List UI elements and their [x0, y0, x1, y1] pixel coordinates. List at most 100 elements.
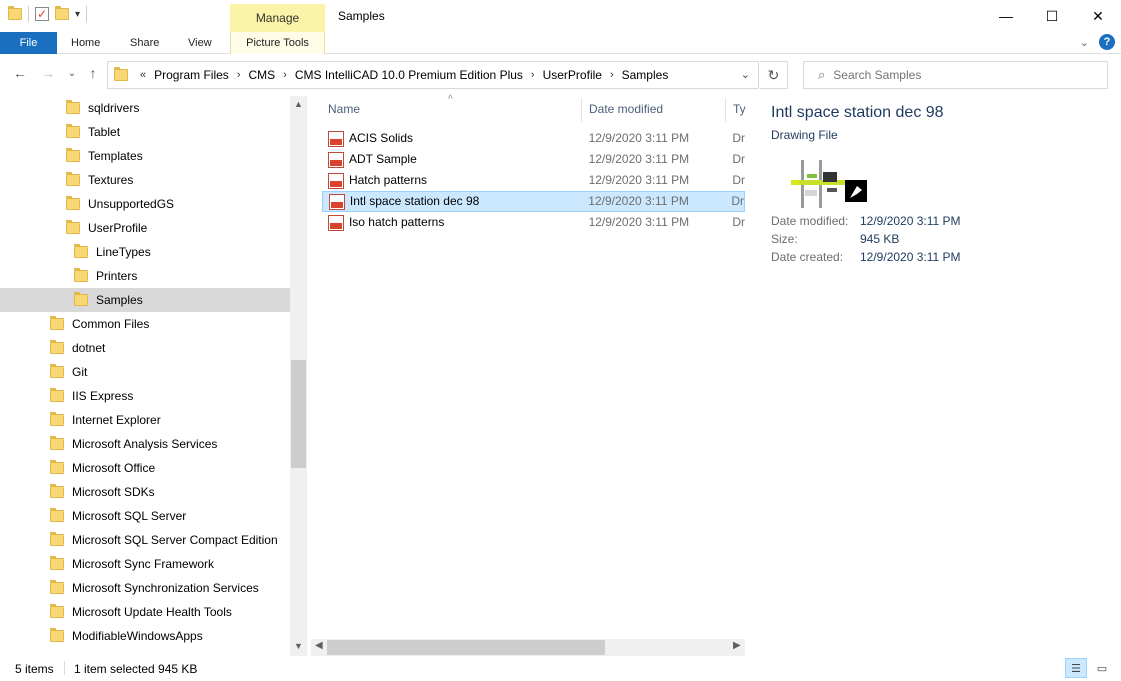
chevron-right-icon[interactable]: ›: [283, 69, 287, 81]
up-icon[interactable]: ↑: [84, 65, 102, 81]
nav-item[interactable]: Printers: [74, 264, 137, 288]
nav-item[interactable]: Microsoft SDKs: [50, 480, 155, 504]
nav-item[interactable]: Microsoft Update Health Tools: [50, 600, 232, 624]
chevron-right-icon[interactable]: ›: [610, 69, 614, 81]
divider: [28, 6, 29, 22]
nav-item-label: Microsoft Update Health Tools: [72, 605, 232, 619]
ribbon-tabs: File Home Share View Picture Tools ⌄ ?: [0, 32, 1121, 54]
expand-ribbon-icon[interactable]: ⌄: [1080, 36, 1089, 49]
nav-item[interactable]: Common Files: [50, 312, 149, 336]
close-icon[interactable]: ✕: [1075, 0, 1121, 32]
address-bar[interactable]: « Program Files › CMS › CMS IntelliCAD 1…: [107, 61, 759, 89]
nav-item[interactable]: sqldrivers: [66, 96, 139, 120]
column-type[interactable]: Ty: [733, 96, 746, 123]
maximize-icon[interactable]: ☐: [1029, 0, 1075, 32]
details-view-icon[interactable]: ☰: [1065, 658, 1087, 678]
recent-locations-icon[interactable]: ⌄: [63, 68, 81, 79]
nav-item[interactable]: Samples: [0, 288, 290, 312]
nav-item[interactable]: Microsoft SQL Server: [50, 504, 186, 528]
file-date: 12/9/2020 3:11 PM: [588, 215, 690, 229]
divider: [64, 661, 65, 675]
column-date-modified[interactable]: Date modified: [589, 96, 663, 123]
folder-icon: [50, 604, 64, 618]
nav-item[interactable]: Git: [50, 360, 87, 384]
nav-item[interactable]: IIS Express: [50, 384, 133, 408]
file-row[interactable]: ADT Sample 12/9/2020 3:11 PM Dr: [322, 149, 745, 170]
nav-item-label: IIS Express: [72, 389, 134, 403]
scroll-left-icon[interactable]: ◀: [315, 640, 323, 651]
nav-item-label: Common Files: [72, 317, 150, 331]
file-date: 12/9/2020 3:11 PM: [588, 194, 689, 208]
column-divider[interactable]: [581, 98, 582, 122]
tab-manage[interactable]: Manage: [230, 4, 325, 32]
nav-item[interactable]: Templates: [66, 144, 143, 168]
nav-item-label: UnsupportedGS: [88, 197, 175, 211]
preview-file-type: Drawing File: [771, 128, 838, 142]
nav-item[interactable]: Tablet: [66, 120, 120, 144]
file-name: ACIS Solids: [348, 131, 413, 145]
nav-item[interactable]: dotnet: [50, 336, 105, 360]
overflow-icon[interactable]: «: [140, 69, 146, 81]
divider: [86, 6, 88, 22]
nav-item[interactable]: UserProfile: [66, 216, 147, 240]
column-divider[interactable]: [725, 98, 726, 122]
search-input[interactable]: [833, 68, 1084, 82]
nav-item[interactable]: Microsoft Synchronization Services: [50, 576, 259, 600]
nav-item[interactable]: Microsoft Analysis Services: [50, 432, 217, 456]
nav-item[interactable]: Internet Explorer: [50, 408, 161, 432]
file-row[interactable]: Iso hatch patterns 12/9/2020 3:11 PM Dr: [322, 212, 745, 233]
chevron-right-icon[interactable]: ›: [531, 69, 535, 81]
file-list-hscrollbar[interactable]: ◀ ▶: [311, 639, 745, 656]
customize-toolbar-icon[interactable]: ▾: [75, 9, 80, 20]
nav-item-label: Microsoft Sync Framework: [72, 557, 215, 571]
back-icon[interactable]: ←: [11, 65, 29, 81]
file-name: Hatch patterns: [348, 173, 428, 187]
file-row[interactable]: Hatch patterns 12/9/2020 3:11 PM Dr: [322, 170, 745, 191]
file-name: Iso hatch patterns: [348, 215, 445, 229]
dwg-file-icon: [328, 130, 344, 147]
prop-date-created: Date created: 12/9/2020 3:11 PM: [771, 250, 961, 264]
chevron-right-icon[interactable]: ›: [237, 69, 241, 81]
nav-item[interactable]: LineTypes: [74, 240, 151, 264]
tab-share[interactable]: Share: [130, 32, 159, 54]
nav-item-label: UserProfile: [88, 221, 148, 235]
breadcrumb-program-files[interactable]: Program Files: [154, 68, 229, 82]
search-box[interactable]: ⌕: [803, 61, 1108, 89]
folder-icon: [50, 580, 64, 594]
nav-item[interactable]: ModifiableWindowsApps: [50, 624, 203, 648]
nav-item-label: Internet Explorer: [72, 413, 161, 427]
tab-file[interactable]: File: [0, 32, 57, 54]
nav-item-label: Microsoft Analysis Services: [72, 437, 218, 451]
new-folder-icon[interactable]: [55, 6, 69, 20]
nav-item[interactable]: Microsoft Sync Framework: [50, 552, 214, 576]
help-icon[interactable]: ?: [1099, 34, 1115, 50]
nav-item[interactable]: Textures: [66, 168, 133, 192]
tab-picture-tools[interactable]: Picture Tools: [230, 32, 325, 54]
nav-scrollbar[interactable]: ▲ ▼: [290, 96, 307, 656]
column-name[interactable]: Name: [328, 96, 360, 123]
refresh-icon[interactable]: ↻: [760, 61, 788, 89]
file-type: Dr: [732, 215, 745, 229]
scrollbar-thumb[interactable]: [327, 640, 605, 655]
scroll-down-icon[interactable]: ▼: [290, 641, 307, 651]
large-icons-view-icon[interactable]: ▭: [1091, 658, 1113, 678]
file-row[interactable]: Intl space station dec 98 12/9/2020 3:11 …: [322, 191, 745, 212]
breadcrumb-samples[interactable]: Samples: [622, 68, 669, 82]
nav-item[interactable]: UnsupportedGS: [66, 192, 174, 216]
scroll-right-icon[interactable]: ▶: [733, 640, 741, 651]
breadcrumb-cms[interactable]: CMS: [248, 68, 275, 82]
nav-item[interactable]: Microsoft SQL Server Compact Edition: [50, 528, 278, 552]
breadcrumb-intellicad[interactable]: CMS IntelliCAD 10.0 Premium Edition Plus: [295, 68, 523, 82]
forward-icon[interactable]: →: [39, 65, 57, 81]
chevron-down-icon[interactable]: ⌄: [741, 68, 750, 81]
tab-home[interactable]: Home: [71, 32, 100, 54]
nav-item[interactable]: Microsoft Office: [50, 456, 155, 480]
minimize-icon[interactable]: —: [983, 0, 1029, 32]
scroll-up-icon[interactable]: ▲: [290, 99, 307, 109]
breadcrumb-userprofile[interactable]: UserProfile: [543, 68, 602, 82]
nav-item-label: Printers: [96, 269, 138, 283]
scrollbar-thumb[interactable]: [291, 360, 306, 468]
properties-icon[interactable]: ✓: [35, 7, 49, 21]
tab-view[interactable]: View: [188, 32, 212, 54]
file-row[interactable]: ACIS Solids 12/9/2020 3:11 PM Dr: [322, 128, 745, 149]
